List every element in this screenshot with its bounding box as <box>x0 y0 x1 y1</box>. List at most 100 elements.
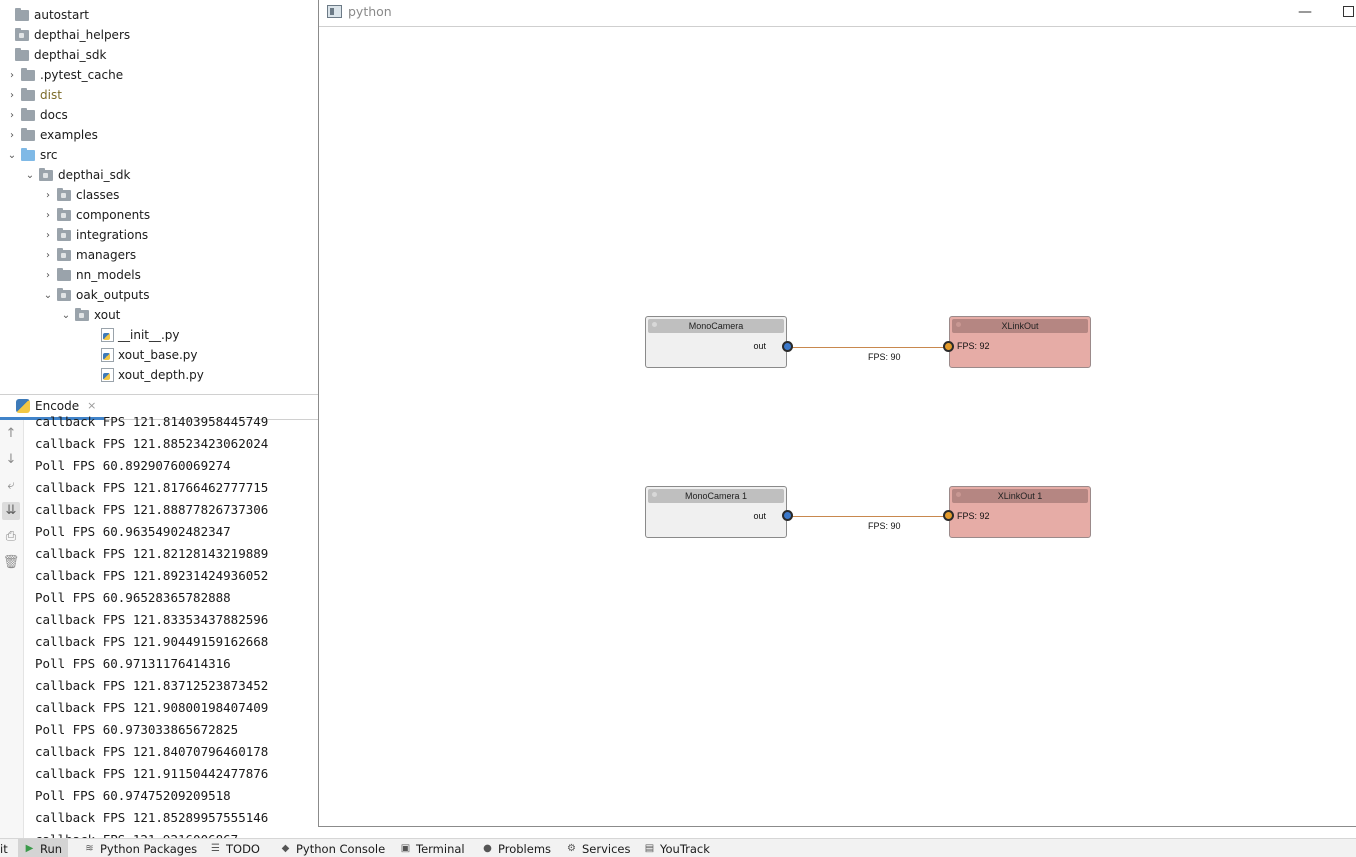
soft-wrap-icon[interactable]: ⤶ <box>2 477 20 495</box>
window-title-bar[interactable]: python — <box>319 0 1356 27</box>
chevron-down-icon[interactable]: ⌄ <box>60 310 72 321</box>
input-port[interactable] <box>943 510 954 521</box>
tree-item-label: __init__.py <box>118 328 180 342</box>
tree-item-integrations[interactable]: › integrations <box>0 225 318 245</box>
tool-tab-run[interactable]: ▶ Run <box>18 839 69 857</box>
tree-item-examples[interactable]: › examples <box>0 125 318 145</box>
chevron-down-icon[interactable]: ⌄ <box>6 150 18 161</box>
tree-item-pytest-cache[interactable]: › .pytest_cache <box>0 65 318 85</box>
tree-item-depthai-sdk[interactable]: ⌄ depthai_sdk <box>0 165 318 185</box>
arrow-up-icon[interactable]: ↑ <box>2 425 20 443</box>
chevron-right-icon[interactable]: › <box>6 130 18 141</box>
tool-tab-problems[interactable]: ● Problems <box>482 839 551 857</box>
node-status-dot <box>652 322 657 327</box>
node-status-dot <box>956 492 961 497</box>
tree-item-label: managers <box>76 248 137 262</box>
console-line: callback FPS 121.84070796460178 <box>35 744 269 759</box>
tree-item-label: depthai_sdk <box>34 48 107 62</box>
node-monocamera[interactable]: MonoCamera out <box>645 316 787 368</box>
tree-item-label: oak_outputs <box>76 288 150 302</box>
output-port-label: out <box>753 341 766 351</box>
console-line: callback FPS 121.81403958445749 <box>35 414 269 429</box>
run-console-output[interactable]: callback FPS 121.81403958445749 callback … <box>24 411 318 838</box>
minimize-button[interactable]: — <box>1297 2 1313 22</box>
tree-item-autostart[interactable]: autostart <box>0 5 318 25</box>
folder-icon <box>57 267 71 281</box>
package-folder-icon <box>15 27 29 41</box>
tool-tab-python-console[interactable]: ◆ Python Console <box>280 839 386 857</box>
trash-icon[interactable]: 🗑 <box>2 554 20 572</box>
tree-item-dist[interactable]: › dist <box>0 85 318 105</box>
chevron-right-icon[interactable]: › <box>42 210 54 221</box>
python-file-icon <box>101 348 114 362</box>
tool-tab-services[interactable]: ⚙ Services <box>566 839 630 857</box>
output-port[interactable] <box>782 510 793 521</box>
input-port[interactable] <box>943 341 954 352</box>
tool-window-strip: it ▶ Run ≋ Python Packages ☰ TODO ◆ Pyth… <box>0 838 1356 857</box>
tree-item-init-py[interactable]: __init__.py <box>0 325 318 345</box>
output-port[interactable] <box>782 341 793 352</box>
edge-fps-label: FPS: 90 <box>868 352 901 362</box>
chevron-right-icon[interactable]: › <box>6 90 18 101</box>
terminal-icon: ▣ <box>400 843 411 854</box>
chevron-down-icon[interactable]: ⌄ <box>24 170 36 181</box>
tool-stub-label: it <box>0 841 8 856</box>
node-title: MonoCamera <box>648 319 784 333</box>
tree-item-xout-depth-py[interactable]: xout_depth.py <box>0 365 318 385</box>
tree-item-label: nn_models <box>76 268 141 282</box>
chevron-right-icon[interactable]: › <box>42 250 54 261</box>
arrow-down-icon[interactable]: ↓ <box>2 451 20 469</box>
package-folder-icon <box>39 167 53 181</box>
problems-icon: ● <box>483 843 492 854</box>
console-line: callback FPS 121.83712523873452 <box>35 678 269 693</box>
tree-item-label: classes <box>76 188 120 202</box>
tree-item-components[interactable]: › components <box>0 205 318 225</box>
package-folder-icon <box>57 227 71 241</box>
chevron-right-icon[interactable]: › <box>42 190 54 201</box>
youtrack-icon: ▤ <box>644 843 655 854</box>
maximize-button[interactable] <box>1343 6 1354 17</box>
chevron-right-icon[interactable]: › <box>6 70 18 81</box>
console-line: callback FPS 121.9216006867 <box>35 829 238 838</box>
tree-item-managers[interactable]: › managers <box>0 245 318 265</box>
window-app-icon <box>327 5 342 18</box>
node-status-dot <box>652 492 657 497</box>
folder-icon <box>15 47 29 61</box>
node-xlinkout[interactable]: XLinkOut FPS: 92 <box>949 316 1091 368</box>
layers-icon: ≋ <box>85 843 94 854</box>
console-line: Poll FPS 60.97475209209518 <box>35 788 231 803</box>
console-line: Poll FPS 60.96528365782888 <box>35 590 231 605</box>
node-xlinkout-1[interactable]: XLinkOut 1 FPS: 92 <box>949 486 1091 538</box>
tool-tab-youtrack[interactable]: ▤ YouTrack <box>644 839 710 857</box>
tree-item-xout[interactable]: ⌄ xout <box>0 305 318 325</box>
folder-icon <box>15 7 29 21</box>
tree-item-label: src <box>40 148 58 162</box>
tree-item-src[interactable]: ⌄ src <box>0 145 318 165</box>
chevron-right-icon[interactable]: › <box>42 230 54 241</box>
tool-tab-terminal[interactable]: ▣ Terminal <box>400 839 465 857</box>
tree-item-nn-models[interactable]: › nn_models <box>0 265 318 285</box>
tree-item-xout-base-py[interactable]: xout_base.py <box>0 345 318 365</box>
tool-tab-todo[interactable]: ☰ TODO <box>210 839 260 857</box>
print-icon[interactable]: ⎙ <box>2 528 20 546</box>
console-line: callback FPS 121.82128143219889 <box>35 546 269 561</box>
console-line: Poll FPS 60.97131176414316 <box>35 656 231 671</box>
scroll-to-end-icon[interactable]: ⇊ <box>2 502 20 520</box>
package-folder-icon <box>57 187 71 201</box>
chevron-down-icon[interactable]: ⌄ <box>42 290 54 301</box>
connection-wire <box>788 516 949 517</box>
node-monocamera-1[interactable]: MonoCamera 1 out <box>645 486 787 538</box>
tree-item-classes[interactable]: › classes <box>0 185 318 205</box>
tree-item-depthai-sdk-root[interactable]: depthai_sdk <box>0 45 318 65</box>
chevron-right-icon[interactable]: › <box>6 110 18 121</box>
input-port-label: FPS: 92 <box>957 511 990 521</box>
tool-tab-python-packages[interactable]: ≋ Python Packages <box>84 839 197 857</box>
tree-item-depthai-helpers[interactable]: depthai_helpers <box>0 25 318 45</box>
tree-item-oak-outputs[interactable]: ⌄ oak_outputs <box>0 285 318 305</box>
console-line: callback FPS 121.81766462777715 <box>35 480 269 495</box>
node-status-dot <box>956 322 961 327</box>
package-folder-icon <box>57 207 71 221</box>
tree-item-docs[interactable]: › docs <box>0 105 318 125</box>
chevron-right-icon[interactable]: › <box>42 270 54 281</box>
tree-item-label: depthai_helpers <box>34 28 131 42</box>
